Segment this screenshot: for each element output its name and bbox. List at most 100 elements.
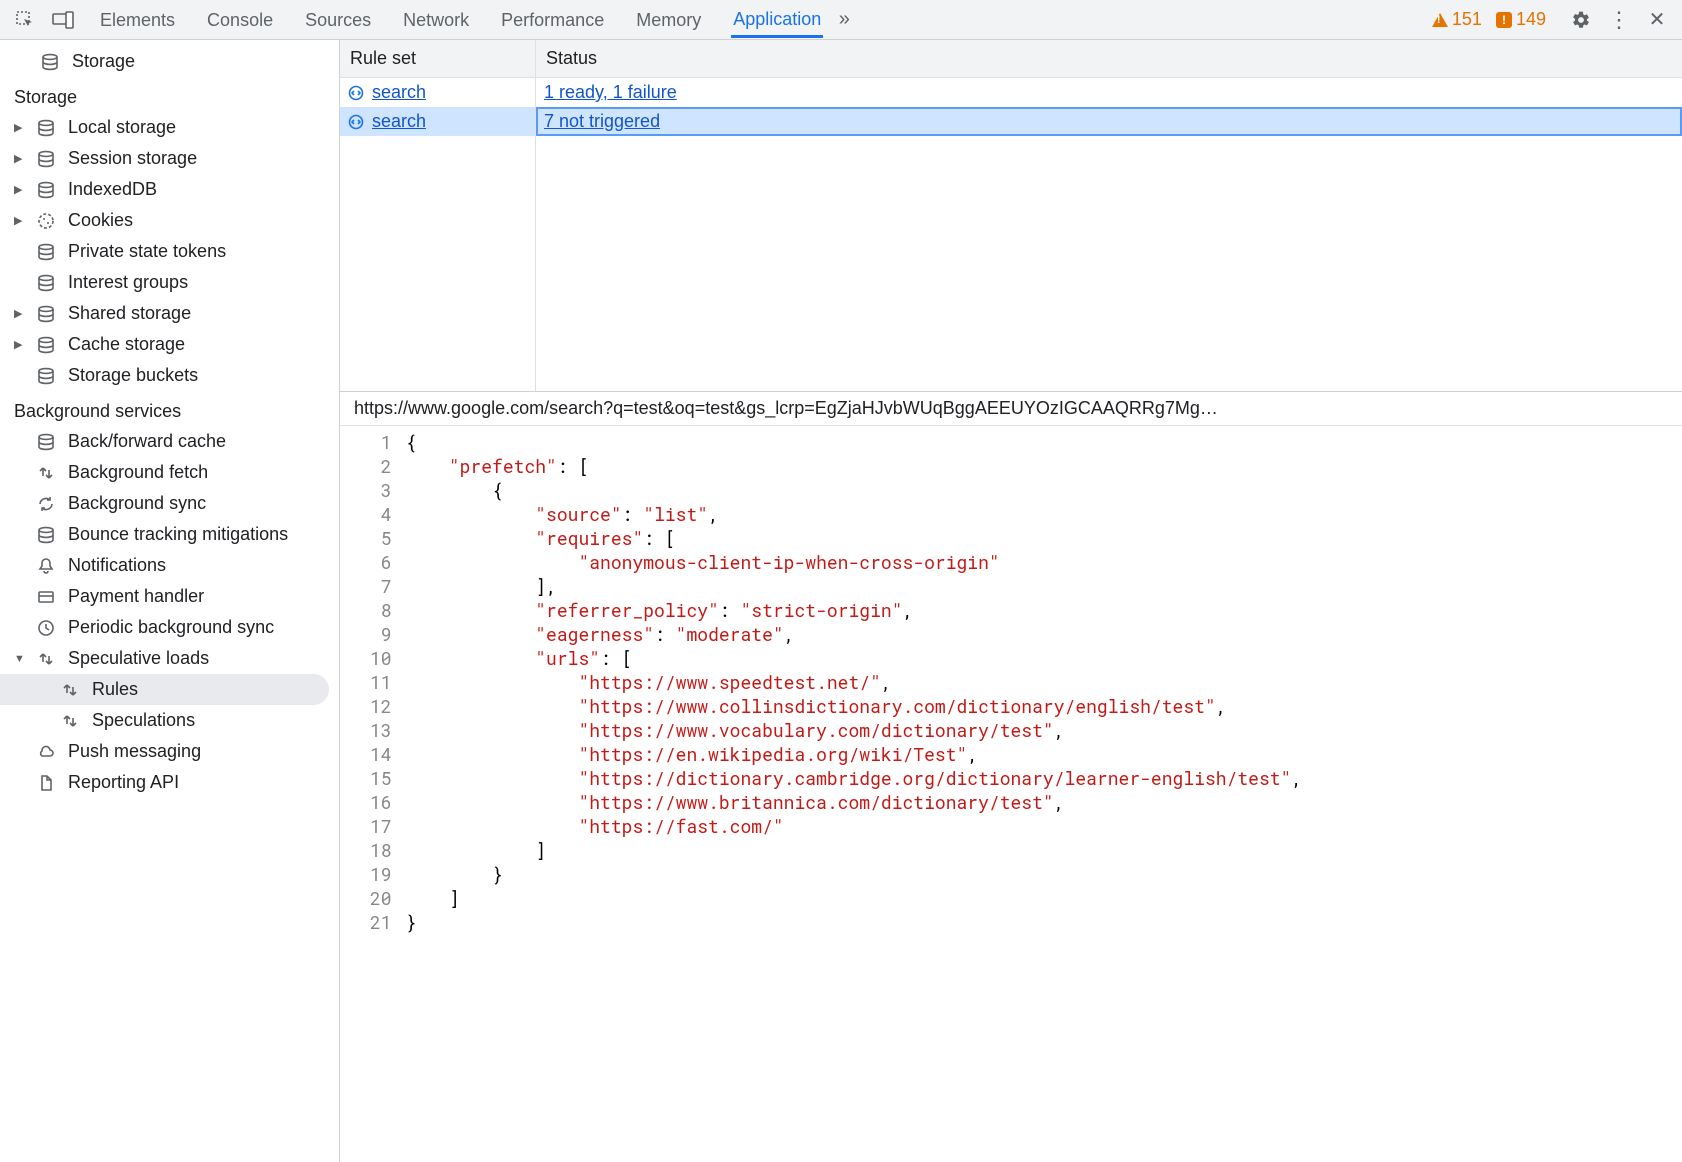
settings-icon[interactable] bbox=[1564, 3, 1598, 37]
code-line: "https://www.speedtest.net/", bbox=[406, 670, 1303, 694]
line-number: 17 bbox=[370, 814, 392, 838]
line-number: 8 bbox=[370, 598, 392, 622]
warnings-badge[interactable]: 151 bbox=[1432, 9, 1482, 30]
sidebar-item-label: Interest groups bbox=[68, 272, 188, 293]
sidebar-item-label: Storage buckets bbox=[68, 365, 198, 386]
ruleset-row[interactable]: search bbox=[340, 78, 535, 107]
sidebar-item-shared-storage[interactable]: ▶ Shared storage bbox=[0, 298, 339, 329]
tab-memory[interactable]: Memory bbox=[634, 2, 703, 38]
db-icon bbox=[36, 336, 56, 354]
updown-icon bbox=[36, 650, 56, 668]
sidebar-item-speculative-loads[interactable]: ▼ Speculative loads bbox=[0, 643, 339, 674]
code-line: ] bbox=[406, 886, 1303, 910]
sidebar-item-cookies[interactable]: ▶Cookies bbox=[0, 205, 339, 236]
line-number: 16 bbox=[370, 790, 392, 814]
sidebar-item-interest-groups[interactable]: Interest groups bbox=[0, 267, 339, 298]
sidebar-item-label: Session storage bbox=[68, 148, 197, 169]
code-line: "anonymous-client-ip-when-cross-origin" bbox=[406, 550, 1303, 574]
sidebar-item-back-forward-cache[interactable]: Back/forward cache bbox=[0, 426, 339, 457]
sidebar-item-label: Periodic background sync bbox=[68, 617, 274, 638]
sidebar-item-background-sync[interactable]: Background sync bbox=[0, 488, 339, 519]
tab-sources[interactable]: Sources bbox=[303, 2, 373, 38]
sidebar-item-storage-root[interactable]: Storage bbox=[0, 46, 339, 77]
sidebar-item-indexeddb[interactable]: ▶IndexedDB bbox=[0, 174, 339, 205]
sidebar-item-speculations[interactable]: Speculations bbox=[0, 705, 339, 736]
tab-performance[interactable]: Performance bbox=[499, 2, 606, 38]
line-number: 12 bbox=[370, 694, 392, 718]
error-count: 149 bbox=[1516, 9, 1546, 30]
db-icon bbox=[36, 243, 56, 261]
file-icon bbox=[36, 774, 56, 792]
sidebar-item-session-storage[interactable]: ▶Session storage bbox=[0, 143, 339, 174]
line-number: 19 bbox=[370, 862, 392, 886]
sidebar-item-private-state-tokens[interactable]: Private state tokens bbox=[0, 236, 339, 267]
line-number: 7 bbox=[370, 574, 392, 598]
status-link[interactable]: 7 not triggered bbox=[544, 111, 660, 132]
sidebar-item-notifications[interactable]: Notifications bbox=[0, 550, 339, 581]
close-devtools-icon[interactable]: ✕ bbox=[1640, 3, 1674, 37]
kebab-menu-icon[interactable]: ⋮ bbox=[1602, 3, 1636, 37]
sidebar-item-label: Private state tokens bbox=[68, 241, 226, 262]
sidebar-item-label: Speculative loads bbox=[68, 648, 209, 669]
errors-badge[interactable]: ! 149 bbox=[1496, 9, 1546, 30]
clock-icon bbox=[36, 619, 56, 637]
line-number: 2 bbox=[370, 454, 392, 478]
sidebar-item-reporting-api[interactable]: Reporting API bbox=[0, 767, 339, 798]
line-number: 13 bbox=[370, 718, 392, 742]
code-line: "source": "list", bbox=[406, 502, 1303, 526]
sidebar-item-background-fetch[interactable]: Background fetch bbox=[0, 457, 339, 488]
line-number: 14 bbox=[370, 742, 392, 766]
sidebar-item-label: Cookies bbox=[68, 210, 133, 231]
tab-elements[interactable]: Elements bbox=[98, 2, 177, 38]
disclosure-triangle-icon: ▶ bbox=[14, 183, 24, 196]
disclosure-triangle-icon: ▶ bbox=[14, 338, 24, 351]
ruleset-table: Rule set search search Status 1 ready, 1… bbox=[340, 40, 1682, 392]
sidebar-item-label: Background sync bbox=[68, 493, 206, 514]
cloud-icon bbox=[36, 743, 56, 761]
warning-count: 151 bbox=[1452, 9, 1482, 30]
sidebar-item-storage-buckets[interactable]: Storage buckets bbox=[0, 360, 339, 391]
db-icon bbox=[36, 433, 56, 451]
status-row[interactable]: 1 ready, 1 failure bbox=[536, 78, 1682, 107]
ruleset-row[interactable]: search bbox=[340, 107, 535, 136]
code-line: "requires": [ bbox=[406, 526, 1303, 550]
sidebar-item-label: Reporting API bbox=[68, 772, 179, 793]
devtools-tabbar: Elements Console Sources Network Performance… bbox=[0, 0, 1682, 40]
col-header-ruleset: Rule set bbox=[340, 40, 535, 78]
status-link[interactable]: 1 ready, 1 failure bbox=[544, 82, 677, 103]
line-number: 1 bbox=[370, 430, 392, 454]
tab-console[interactable]: Console bbox=[205, 2, 275, 38]
more-tabs-icon[interactable]: » bbox=[827, 3, 861, 37]
tab-application[interactable]: Application bbox=[731, 1, 823, 38]
line-number: 5 bbox=[370, 526, 392, 550]
disclosure-triangle-icon: ▶ bbox=[14, 307, 24, 320]
device-toolbar-icon[interactable] bbox=[46, 3, 80, 37]
inspect-element-icon[interactable] bbox=[8, 3, 42, 37]
sidebar-item-push-messaging[interactable]: Push messaging bbox=[0, 736, 339, 767]
line-number: 18 bbox=[370, 838, 392, 862]
disclosure-triangle-icon: ▶ bbox=[14, 121, 24, 134]
line-number: 6 bbox=[370, 550, 392, 574]
sidebar-item-label: Shared storage bbox=[68, 303, 191, 324]
disclosure-triangle-icon: ▼ bbox=[14, 653, 24, 665]
line-number: 15 bbox=[370, 766, 392, 790]
code-line: } bbox=[406, 910, 1303, 934]
sidebar-item-periodic-background-sync[interactable]: Periodic background sync bbox=[0, 612, 339, 643]
ruleset-link[interactable]: search bbox=[372, 111, 426, 132]
line-number: 3 bbox=[370, 478, 392, 502]
code-line: "https://www.collinsdictionary.com/dicti… bbox=[406, 694, 1303, 718]
sidebar-item-bounce-tracking-mitigations[interactable]: Bounce tracking mitigations bbox=[0, 519, 339, 550]
sidebar-item-rules[interactable]: Rules bbox=[0, 674, 329, 705]
status-row[interactable]: 7 not triggered bbox=[536, 107, 1682, 136]
card-icon bbox=[36, 588, 56, 606]
tab-network[interactable]: Network bbox=[401, 2, 471, 38]
sidebar-item-cache-storage[interactable]: ▶Cache storage bbox=[0, 329, 339, 360]
ruleset-link[interactable]: search bbox=[372, 82, 426, 103]
code-line: ] bbox=[406, 838, 1303, 862]
code-line: "prefetch": [ bbox=[406, 454, 1303, 478]
sidebar-item-local-storage[interactable]: ▶Local storage bbox=[0, 112, 339, 143]
db-icon bbox=[36, 119, 56, 137]
sidebar-item-payment-handler[interactable]: Payment handler bbox=[0, 581, 339, 612]
sidebar-item-label: Back/forward cache bbox=[68, 431, 226, 452]
code-line: "https://dictionary.cambridge.org/dictio… bbox=[406, 766, 1303, 790]
